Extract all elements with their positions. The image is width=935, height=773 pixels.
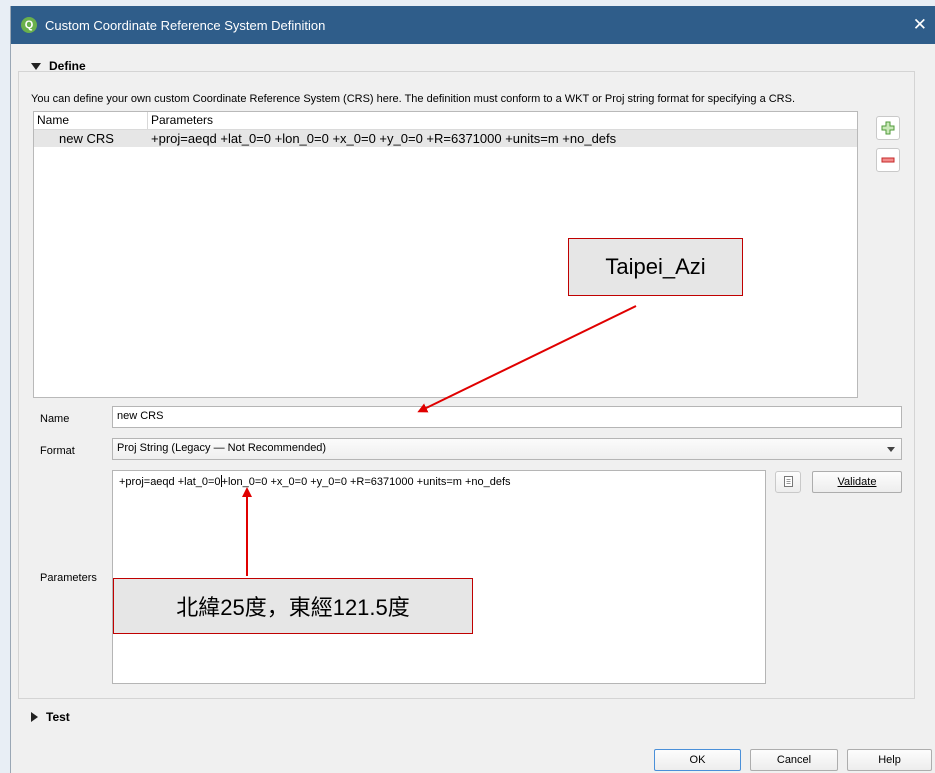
- help-button-label: Help: [878, 754, 901, 766]
- validate-button-label: Validate: [837, 476, 877, 488]
- row-name-cell: new CRS: [59, 131, 114, 146]
- parameters-label: Parameters: [40, 572, 97, 584]
- parameters-text-part2: +lon_0=0 +x_0=0 +y_0=0 +R=6371000 +units…: [221, 476, 511, 488]
- chevron-down-icon: [887, 447, 895, 452]
- parameters-text-part1: +proj=aeqd +lat_0=0: [119, 476, 221, 488]
- annotation-callout-params: 北緯25度，東經121.5度: [113, 578, 473, 634]
- column-divider: [147, 112, 148, 129]
- qgis-logo-icon: Q: [21, 17, 37, 33]
- add-crs-button[interactable]: [876, 116, 900, 140]
- window-title: Custom Coordinate Reference System Defin…: [45, 17, 326, 33]
- minus-icon: [881, 157, 895, 163]
- table-header: Name Parameters: [34, 112, 857, 130]
- test-header-label: Test: [46, 710, 70, 724]
- format-select[interactable]: Proj String (Legacy — Not Recommended): [112, 438, 902, 460]
- column-header-parameters[interactable]: Parameters: [151, 113, 213, 127]
- format-select-value: Proj String (Legacy — Not Recommended): [117, 442, 327, 454]
- help-button[interactable]: Help: [847, 749, 932, 771]
- copy-button[interactable]: [775, 471, 801, 493]
- ok-button[interactable]: OK: [654, 749, 741, 771]
- test-section-header[interactable]: Test: [31, 710, 70, 724]
- close-icon[interactable]: ✕: [913, 15, 927, 35]
- ok-button-label: OK: [689, 754, 706, 766]
- cancel-button-label: Cancel: [776, 754, 812, 766]
- collapse-triangle-icon: [31, 62, 41, 70]
- plus-icon: [881, 121, 895, 135]
- title-bar: Q Custom Coordinate Reference System Def…: [11, 6, 935, 44]
- column-header-name[interactable]: Name: [37, 113, 69, 127]
- validate-button[interactable]: Validate: [812, 471, 902, 493]
- expand-triangle-icon: [31, 712, 38, 722]
- annotation-callout-name: Taipei_Azi: [568, 238, 743, 296]
- parameters-textarea[interactable]: +proj=aeqd +lat_0=0+lon_0=0 +x_0=0 +y_0=…: [112, 470, 766, 684]
- format-label: Format: [40, 445, 75, 457]
- table-row[interactable]: new CRS +proj=aeqd +lat_0=0 +lon_0=0 +x_…: [34, 130, 857, 147]
- name-input[interactable]: new CRS: [112, 406, 902, 428]
- remove-crs-button[interactable]: [876, 148, 900, 172]
- cancel-button[interactable]: Cancel: [750, 749, 838, 771]
- row-parameters-cell: +proj=aeqd +lat_0=0 +lon_0=0 +x_0=0 +y_0…: [151, 131, 617, 146]
- name-label: Name: [40, 413, 70, 425]
- copy-icon: [784, 476, 793, 487]
- define-description: You can define your own custom Coordinat…: [31, 93, 796, 105]
